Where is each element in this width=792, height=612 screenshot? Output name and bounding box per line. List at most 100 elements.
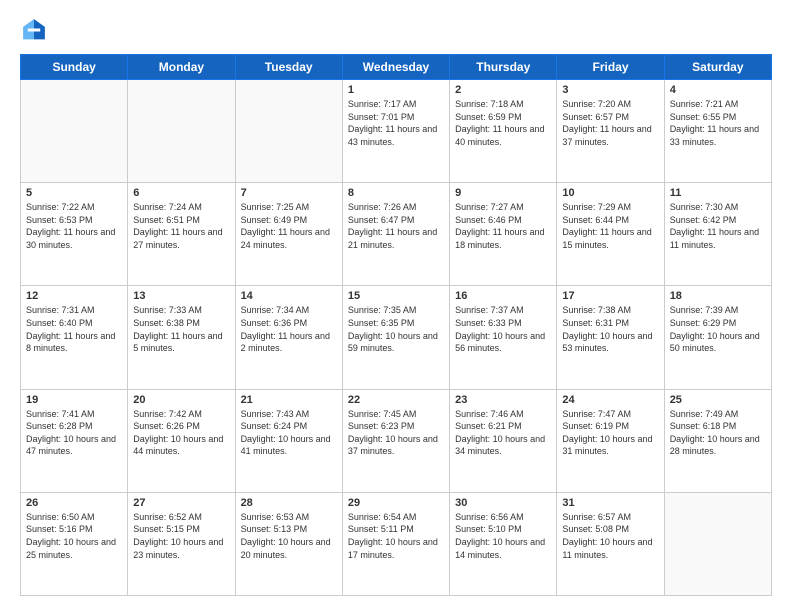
day-info: Sunrise: 7:27 AMSunset: 6:46 PMDaylight:…: [455, 201, 551, 251]
day-info: Sunrise: 6:52 AMSunset: 5:15 PMDaylight:…: [133, 511, 229, 561]
day-number: 2: [455, 84, 551, 96]
day-info: Sunrise: 6:54 AMSunset: 5:11 PMDaylight:…: [348, 511, 444, 561]
calendar-cell: 6 Sunrise: 7:24 AMSunset: 6:51 PMDaylight…: [128, 183, 235, 286]
day-info: Sunrise: 7:31 AMSunset: 6:40 PMDaylight:…: [26, 304, 122, 354]
calendar-cell: 5 Sunrise: 7:22 AMSunset: 6:53 PMDaylight…: [21, 183, 128, 286]
day-info: Sunrise: 6:50 AMSunset: 5:16 PMDaylight:…: [26, 511, 122, 561]
day-info: Sunrise: 7:29 AMSunset: 6:44 PMDaylight:…: [562, 201, 658, 251]
calendar-cell: 11 Sunrise: 7:30 AMSunset: 6:42 PMDayligh…: [664, 183, 771, 286]
day-info: Sunrise: 7:47 AMSunset: 6:19 PMDaylight:…: [562, 408, 658, 458]
calendar-cell: 14Sunrise: 7:34 AMSunset: 6:36 PMDayligh…: [235, 286, 342, 389]
calendar-cell: 17Sunrise: 7:38 AMSunset: 6:31 PMDayligh…: [557, 286, 664, 389]
calendar-cell: 7 Sunrise: 7:25 AMSunset: 6:49 PMDaylight…: [235, 183, 342, 286]
page: SundayMondayTuesdayWednesdayThursdayFrid…: [0, 0, 792, 612]
day-number: 10: [562, 187, 658, 199]
calendar-cell: 20 Sunrise: 7:42 AMSunset: 6:26 PMDayligh…: [128, 389, 235, 492]
day-info: Sunrise: 7:24 AMSunset: 6:51 PMDaylight:…: [133, 201, 229, 251]
calendar-cell: 13 Sunrise: 7:33 AMSunset: 6:38 PMDayligh…: [128, 286, 235, 389]
calendar-cell: 22 Sunrise: 7:45 AMSunset: 6:23 PMDayligh…: [342, 389, 449, 492]
calendar-cell: 28Sunrise: 6:53 AMSunset: 5:13 PMDayligh…: [235, 492, 342, 595]
day-number: 16: [455, 290, 551, 302]
calendar-cell: 16 Sunrise: 7:37 AMSunset: 6:33 PMDayligh…: [450, 286, 557, 389]
day-number: 20: [133, 394, 229, 406]
day-info: Sunrise: 7:21 AMSunset: 6:55 PMDaylight:…: [670, 98, 766, 148]
day-number: 7: [241, 187, 337, 199]
calendar-cell: 27 Sunrise: 6:52 AMSunset: 5:15 PMDayligh…: [128, 492, 235, 595]
day-number: 21: [241, 394, 337, 406]
calendar-week-5: 26Sunrise: 6:50 AMSunset: 5:16 PMDayligh…: [21, 492, 772, 595]
day-number: 24: [562, 394, 658, 406]
day-number: 12: [26, 290, 122, 302]
day-info: Sunrise: 7:41 AMSunset: 6:28 PMDaylight:…: [26, 408, 122, 458]
day-number: 11: [670, 187, 766, 199]
day-number: 30: [455, 497, 551, 509]
day-number: 27: [133, 497, 229, 509]
day-number: 14: [241, 290, 337, 302]
day-info: Sunrise: 7:35 AMSunset: 6:35 PMDaylight:…: [348, 304, 444, 354]
calendar-cell: 26Sunrise: 6:50 AMSunset: 5:16 PMDayligh…: [21, 492, 128, 595]
calendar-header-thursday: Thursday: [450, 55, 557, 80]
calendar-cell: [664, 492, 771, 595]
calendar-header-saturday: Saturday: [664, 55, 771, 80]
calendar-cell: [128, 80, 235, 183]
day-number: 1: [348, 84, 444, 96]
day-number: 13: [133, 290, 229, 302]
day-info: Sunrise: 7:49 AMSunset: 6:18 PMDaylight:…: [670, 408, 766, 458]
calendar-table: SundayMondayTuesdayWednesdayThursdayFrid…: [20, 54, 772, 596]
day-info: Sunrise: 6:57 AMSunset: 5:08 PMDaylight:…: [562, 511, 658, 561]
calendar-cell: 31 Sunrise: 6:57 AMSunset: 5:08 PMDayligh…: [557, 492, 664, 595]
calendar-cell: 15 Sunrise: 7:35 AMSunset: 6:35 PMDayligh…: [342, 286, 449, 389]
day-info: Sunrise: 6:56 AMSunset: 5:10 PMDaylight:…: [455, 511, 551, 561]
day-info: Sunrise: 7:42 AMSunset: 6:26 PMDaylight:…: [133, 408, 229, 458]
calendar-cell: 29 Sunrise: 6:54 AMSunset: 5:11 PMDayligh…: [342, 492, 449, 595]
header: [20, 16, 772, 44]
calendar-cell: 10 Sunrise: 7:29 AMSunset: 6:44 PMDayligh…: [557, 183, 664, 286]
day-info: Sunrise: 7:18 AMSunset: 6:59 PMDaylight:…: [455, 98, 551, 148]
day-number: 6: [133, 187, 229, 199]
day-number: 8: [348, 187, 444, 199]
calendar-cell: 30 Sunrise: 6:56 AMSunset: 5:10 PMDayligh…: [450, 492, 557, 595]
day-info: Sunrise: 7:45 AMSunset: 6:23 PMDaylight:…: [348, 408, 444, 458]
day-info: Sunrise: 7:17 AMSunset: 7:01 PMDaylight:…: [348, 98, 444, 148]
calendar-header-friday: Friday: [557, 55, 664, 80]
calendar-cell: 1 Sunrise: 7:17 AMSunset: 7:01 PMDaylight…: [342, 80, 449, 183]
calendar-cell: 2 Sunrise: 7:18 AMSunset: 6:59 PMDaylight…: [450, 80, 557, 183]
day-number: 28: [241, 497, 337, 509]
day-info: Sunrise: 7:25 AMSunset: 6:49 PMDaylight:…: [241, 201, 337, 251]
calendar-week-4: 19 Sunrise: 7:41 AMSunset: 6:28 PMDayligh…: [21, 389, 772, 492]
calendar-header-tuesday: Tuesday: [235, 55, 342, 80]
day-info: Sunrise: 7:30 AMSunset: 6:42 PMDaylight:…: [670, 201, 766, 251]
calendar-cell: 24 Sunrise: 7:47 AMSunset: 6:19 PMDayligh…: [557, 389, 664, 492]
calendar-cell: 18Sunrise: 7:39 AMSunset: 6:29 PMDayligh…: [664, 286, 771, 389]
calendar-cell: [21, 80, 128, 183]
calendar-header-monday: Monday: [128, 55, 235, 80]
calendar-cell: 25Sunrise: 7:49 AMSunset: 6:18 PMDayligh…: [664, 389, 771, 492]
day-number: 31: [562, 497, 658, 509]
day-info: Sunrise: 7:39 AMSunset: 6:29 PMDaylight:…: [670, 304, 766, 354]
day-info: Sunrise: 7:37 AMSunset: 6:33 PMDaylight:…: [455, 304, 551, 354]
day-info: Sunrise: 7:26 AMSunset: 6:47 PMDaylight:…: [348, 201, 444, 251]
day-number: 29: [348, 497, 444, 509]
day-info: Sunrise: 7:43 AMSunset: 6:24 PMDaylight:…: [241, 408, 337, 458]
day-number: 17: [562, 290, 658, 302]
day-number: 22: [348, 394, 444, 406]
calendar-cell: 12 Sunrise: 7:31 AMSunset: 6:40 PMDayligh…: [21, 286, 128, 389]
calendar-header-row: SundayMondayTuesdayWednesdayThursdayFrid…: [21, 55, 772, 80]
calendar-header-sunday: Sunday: [21, 55, 128, 80]
day-number: 5: [26, 187, 122, 199]
day-info: Sunrise: 7:20 AMSunset: 6:57 PMDaylight:…: [562, 98, 658, 148]
day-number: 3: [562, 84, 658, 96]
calendar-cell: 8 Sunrise: 7:26 AMSunset: 6:47 PMDaylight…: [342, 183, 449, 286]
calendar-cell: 19 Sunrise: 7:41 AMSunset: 6:28 PMDayligh…: [21, 389, 128, 492]
calendar-cell: 21 Sunrise: 7:43 AMSunset: 6:24 PMDayligh…: [235, 389, 342, 492]
day-number: 15: [348, 290, 444, 302]
calendar-cell: 9Sunrise: 7:27 AMSunset: 6:46 PMDaylight…: [450, 183, 557, 286]
calendar-week-3: 12 Sunrise: 7:31 AMSunset: 6:40 PMDayligh…: [21, 286, 772, 389]
day-info: Sunrise: 7:22 AMSunset: 6:53 PMDaylight:…: [26, 201, 122, 251]
day-number: 19: [26, 394, 122, 406]
day-number: 4: [670, 84, 766, 96]
calendar-cell: 23Sunrise: 7:46 AMSunset: 6:21 PMDayligh…: [450, 389, 557, 492]
day-info: Sunrise: 7:33 AMSunset: 6:38 PMDaylight:…: [133, 304, 229, 354]
logo-icon: [20, 16, 48, 44]
calendar-cell: 3 Sunrise: 7:20 AMSunset: 6:57 PMDaylight…: [557, 80, 664, 183]
